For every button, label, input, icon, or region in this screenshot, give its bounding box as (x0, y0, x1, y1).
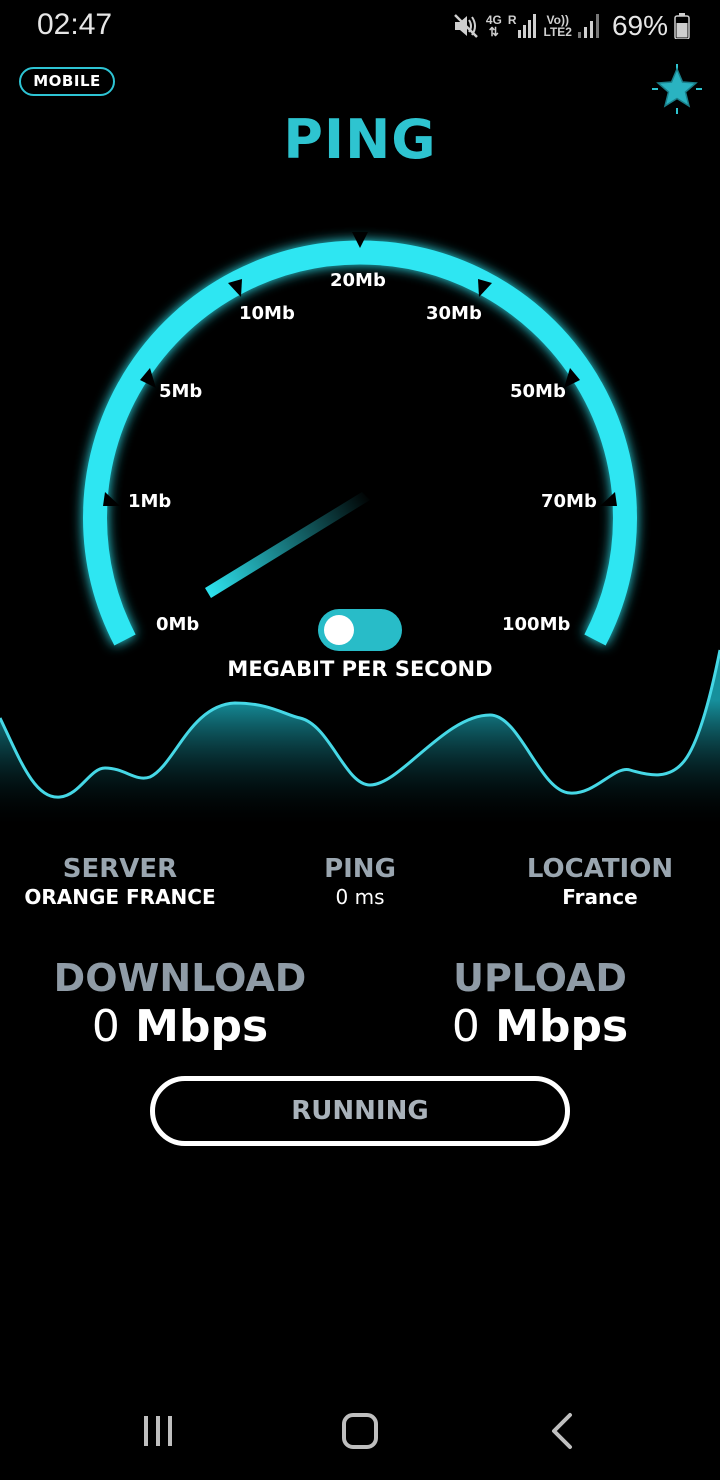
gauge-label-0: 0Mb (156, 614, 200, 635)
upload-metric: UPLOAD 0 Mbps (390, 955, 690, 1053)
ping-info: PING 0 ms (280, 854, 440, 910)
gauge-label-10: 10Mb (239, 303, 295, 324)
volte-label: Vo)) LTE2 (543, 13, 572, 39)
download-metric: DOWNLOAD 0 Mbps (30, 955, 330, 1053)
gauge-label-20: 20Mb (330, 270, 386, 291)
recents-icon[interactable] (128, 1400, 188, 1460)
upload-value: 0 Mbps (451, 1001, 629, 1052)
back-icon[interactable] (532, 1400, 592, 1460)
gauge-label-70: 70Mb (541, 491, 597, 512)
network-type: 4G ⇅ (485, 13, 502, 39)
gauge-label-100: 100Mb (502, 614, 571, 635)
gauge-label-30: 30Mb (426, 303, 482, 324)
download-value: 0 Mbps (91, 1001, 269, 1052)
status-bar: 02:47 4G ⇅ R Vo)) LTE2 69% (0, 0, 720, 52)
mode-badge[interactable]: MOBILE (19, 67, 115, 96)
signal-icon: R (508, 14, 538, 38)
gauge-label-1: 1Mb (128, 491, 172, 512)
gauge-label-5: 5Mb (159, 381, 203, 402)
location-info: LOCATION France (500, 854, 700, 910)
server-info: SERVER ORANGE FRANCE (10, 854, 230, 910)
ping-value: 0 ms (335, 885, 385, 909)
unit-label: MEGABIT PER SECOND (227, 657, 493, 681)
gauge-arc (83, 240, 637, 646)
gauge-needle (205, 492, 370, 598)
location-title: LOCATION (526, 854, 674, 884)
gauge-label-50: 50Mb (510, 381, 566, 402)
download-title: DOWNLOAD (53, 956, 307, 1000)
status-time: 02:47 (37, 8, 113, 41)
unit-toggle[interactable] (318, 609, 402, 651)
page-title: PING (283, 108, 437, 171)
location-value: France (562, 885, 638, 909)
server-title: SERVER (62, 854, 178, 884)
server-value: ORANGE FRANCE (24, 885, 216, 909)
battery-icon (674, 13, 690, 39)
signal-icon (577, 14, 599, 38)
status-icons: 4G ⇅ R Vo)) LTE2 69% (452, 8, 690, 44)
battery-percent: 69% (611, 10, 668, 41)
running-button[interactable]: RUNNING (150, 1076, 570, 1146)
navigation-bar (0, 1380, 720, 1480)
home-icon[interactable] (330, 1400, 390, 1460)
ping-title: PING (324, 854, 396, 884)
upload-title: UPLOAD (453, 956, 627, 1000)
toggle-knob (324, 615, 354, 645)
mute-icon (453, 14, 478, 38)
